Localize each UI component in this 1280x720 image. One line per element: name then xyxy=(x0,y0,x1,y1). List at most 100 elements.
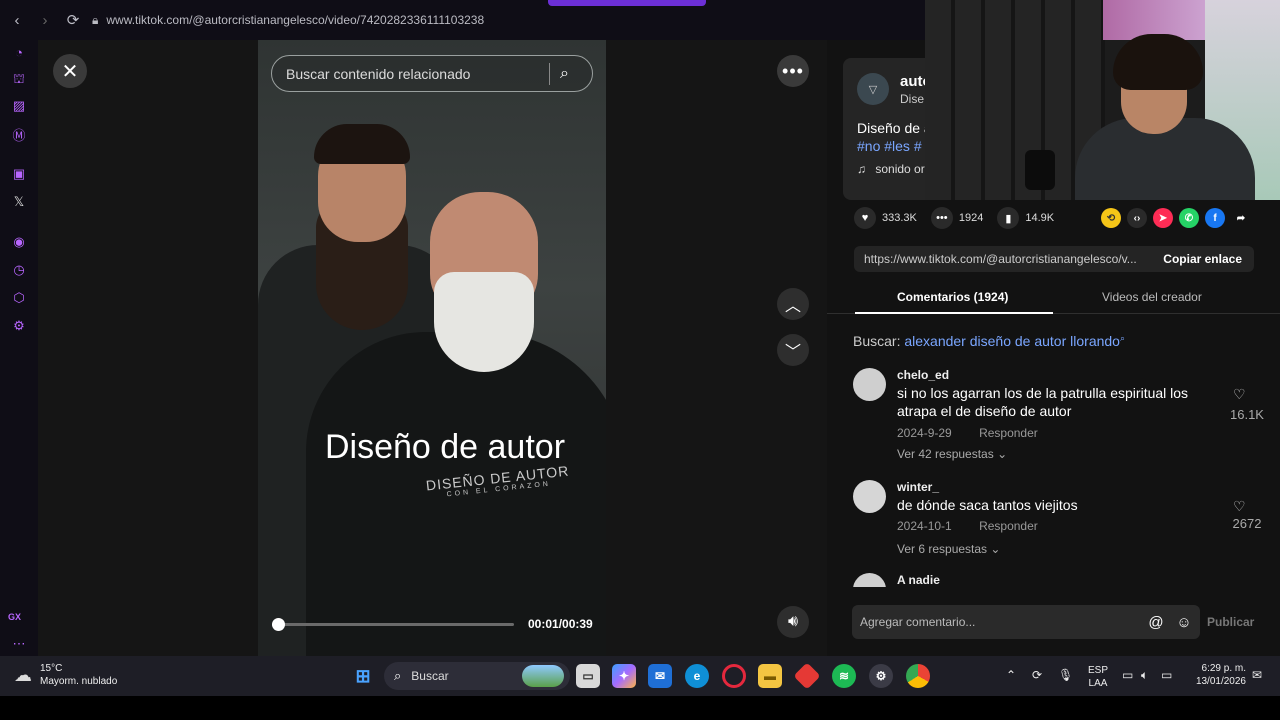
comment-like-icon[interactable]: ♡ xyxy=(1233,386,1246,403)
whatsapp-icon[interactable]: ✆ xyxy=(1179,208,1199,228)
weather-condition: Mayorm. nublado xyxy=(40,676,118,687)
more-options-button[interactable]: ••• xyxy=(777,55,809,87)
more-icon[interactable]: ⋯ xyxy=(11,636,27,652)
comment-username[interactable]: winter_ xyxy=(897,480,939,494)
comment-meta: 2024-9-29 Responder xyxy=(897,426,1038,440)
comment-username[interactable]: A nadie xyxy=(897,573,940,587)
send-icon[interactable]: ➤ xyxy=(1153,208,1173,228)
extensions-icon[interactable]: ⬡ xyxy=(11,290,27,306)
repost-icon[interactable]: ⟲ xyxy=(1101,208,1121,228)
share-link[interactable]: https://www.tiktok.com/@autorcristianang… xyxy=(864,252,1163,266)
emoji-icon[interactable]: ☺ xyxy=(1172,614,1196,631)
related-search-input[interactable]: Buscar contenido relacionado ⌕ xyxy=(271,55,593,92)
file-explorer-icon[interactable]: ▬ xyxy=(758,664,782,688)
app-red-icon[interactable] xyxy=(793,662,821,690)
chevron-up-icon[interactable]: ⌃ xyxy=(1006,668,1016,682)
chrome-icon[interactable] xyxy=(906,664,930,688)
reply-button[interactable]: Responder xyxy=(979,426,1038,440)
opera-gx-icon[interactable] xyxy=(722,664,746,688)
tab-comments[interactable]: Comentarios (1924) xyxy=(897,290,1008,304)
facebook-icon[interactable]: f xyxy=(1205,208,1225,228)
gx-label[interactable]: GX xyxy=(8,612,21,622)
forward-icon[interactable]: › xyxy=(34,9,56,31)
comment-text: si no los agarran los de la patrulla esp… xyxy=(897,385,1189,419)
embed-icon[interactable]: ‹› xyxy=(1127,208,1147,228)
volume-icon[interactable]: 🔈︎ xyxy=(1141,668,1148,683)
panel-tabs: Comentarios (1924) Videos del creador xyxy=(827,280,1280,314)
avatar[interactable] xyxy=(853,368,886,401)
video-viewer: ✕ ••• ︿ ﹀ 🔊︎ Buscar contenido relacionad… xyxy=(38,40,827,656)
reload-icon[interactable]: ⟳ xyxy=(62,9,84,31)
related-search-query[interactable]: alexander diseño de autor llorando xyxy=(904,333,1120,349)
next-video-button[interactable]: ﹀ xyxy=(777,334,809,366)
publish-button[interactable]: Publicar xyxy=(1207,615,1254,629)
history-icon[interactable]: ◷ xyxy=(11,262,27,278)
player-icon[interactable]: ◉ xyxy=(11,234,27,250)
active-tab-strip[interactable] xyxy=(548,0,706,6)
comment-input[interactable]: Agregar comentario... @ ☺ xyxy=(852,605,1200,639)
webcam-hair xyxy=(1113,34,1203,90)
search-icon[interactable]: ⌕ xyxy=(560,65,592,83)
twitch-icon[interactable]: ▣ xyxy=(11,166,27,182)
search-icon: ⌕ xyxy=(394,668,402,683)
sound-name[interactable]: sonido or xyxy=(875,162,924,176)
copilot-icon[interactable]: ✦ xyxy=(612,664,636,688)
weather-widget[interactable]: ☁ 15°C Mayorm. nublado xyxy=(14,662,117,688)
language-indicator[interactable]: ESP LAA xyxy=(1088,664,1108,690)
close-button[interactable]: ✕ xyxy=(53,54,87,88)
notifications-icon[interactable]: ✉ xyxy=(1252,668,1262,682)
outlook-icon[interactable]: ✉ xyxy=(648,664,672,688)
network-icon[interactable]: ▭ xyxy=(1122,668,1133,682)
clock-time: 6:29 p. m. xyxy=(1201,663,1246,674)
speed-dial-icon[interactable]: ◔ xyxy=(11,44,27,60)
video-progress-bar[interactable] xyxy=(272,618,514,631)
reply-button[interactable]: Responder xyxy=(979,519,1038,533)
tab-creator-videos[interactable]: Videos del creador xyxy=(1102,290,1202,304)
comment-like-icon[interactable]: ♡ xyxy=(1233,498,1246,515)
previous-video-button[interactable]: ︿ xyxy=(777,288,809,320)
temperature: 15°C xyxy=(40,663,63,674)
video-frame-beard-elder xyxy=(434,272,534,372)
comment-button[interactable]: ••• 1924 xyxy=(930,207,983,229)
comment-meta: 2024-10-1 Responder xyxy=(897,519,1038,533)
steam-icon[interactable]: ⚙ xyxy=(869,664,893,688)
view-replies-button[interactable]: Ver 6 respuestas ⌄ xyxy=(897,542,1000,556)
edge-icon[interactable]: e xyxy=(685,664,709,688)
chevron-down-icon: ﹀ xyxy=(784,344,801,361)
store-icon[interactable]: ⛫ xyxy=(11,71,27,88)
copy-link-button[interactable]: Copiar enlace xyxy=(1163,252,1242,266)
back-icon[interactable]: ‹ xyxy=(6,9,28,31)
clock[interactable]: 6:29 p. m. 13/01/2026 xyxy=(1190,662,1246,688)
sync-icon[interactable]: ⟳ xyxy=(1032,668,1042,682)
volume-button[interactable]: 🔊︎ xyxy=(777,606,809,638)
address-text[interactable]: www.tiktok.com/@autorcristianangelesco/v… xyxy=(106,13,484,27)
author-avatar[interactable]: ▽ xyxy=(857,73,889,105)
like-button[interactable]: ♥ 333.3K xyxy=(854,207,917,229)
avatar[interactable] xyxy=(853,573,886,587)
share-arrow-icon[interactable]: ➦ xyxy=(1231,208,1251,228)
webcam-overlay xyxy=(925,0,1280,200)
windows-start-icon[interactable]: ⊞ xyxy=(351,664,375,688)
mail-icon[interactable]: Ⓜ xyxy=(11,126,27,143)
related-search[interactable]: Buscar: alexander diseño de autor lloran… xyxy=(853,333,1125,349)
mention-icon[interactable]: @ xyxy=(1144,614,1168,631)
sound-link[interactable]: ♫ sonido or xyxy=(857,162,925,176)
video-description: Diseño de a xyxy=(857,120,932,136)
battery-icon[interactable]: ▭ xyxy=(1161,668,1172,682)
video-player[interactable]: Buscar contenido relacionado ⌕ Diseño de… xyxy=(258,40,606,656)
save-button[interactable]: ▮ 14.9K xyxy=(997,207,1054,229)
x-icon[interactable]: 𝕏 xyxy=(11,194,27,210)
task-view-icon[interactable]: ▭ xyxy=(576,664,600,688)
video-caption-overlay: Diseño de autor xyxy=(324,428,566,466)
avatar[interactable] xyxy=(853,480,886,513)
wallpaper-icon[interactable]: ▨ xyxy=(11,98,27,114)
address-bar[interactable]: 🔒︎ www.tiktok.com/@autorcristianangelesc… xyxy=(92,13,484,28)
comment-username[interactable]: chelo_ed xyxy=(897,368,949,382)
taskbar-search[interactable]: ⌕ Buscar xyxy=(384,662,570,690)
comment-item: A nadie xyxy=(853,573,1253,587)
microphone-icon[interactable]: 🎙︎ xyxy=(1058,668,1073,682)
spotify-icon[interactable]: ≋ xyxy=(832,664,856,688)
settings-icon[interactable]: ⚙ xyxy=(11,318,27,334)
view-replies-button[interactable]: Ver 42 respuestas ⌄ xyxy=(897,447,1007,461)
hashtags[interactable]: #no #les # xyxy=(857,138,922,154)
